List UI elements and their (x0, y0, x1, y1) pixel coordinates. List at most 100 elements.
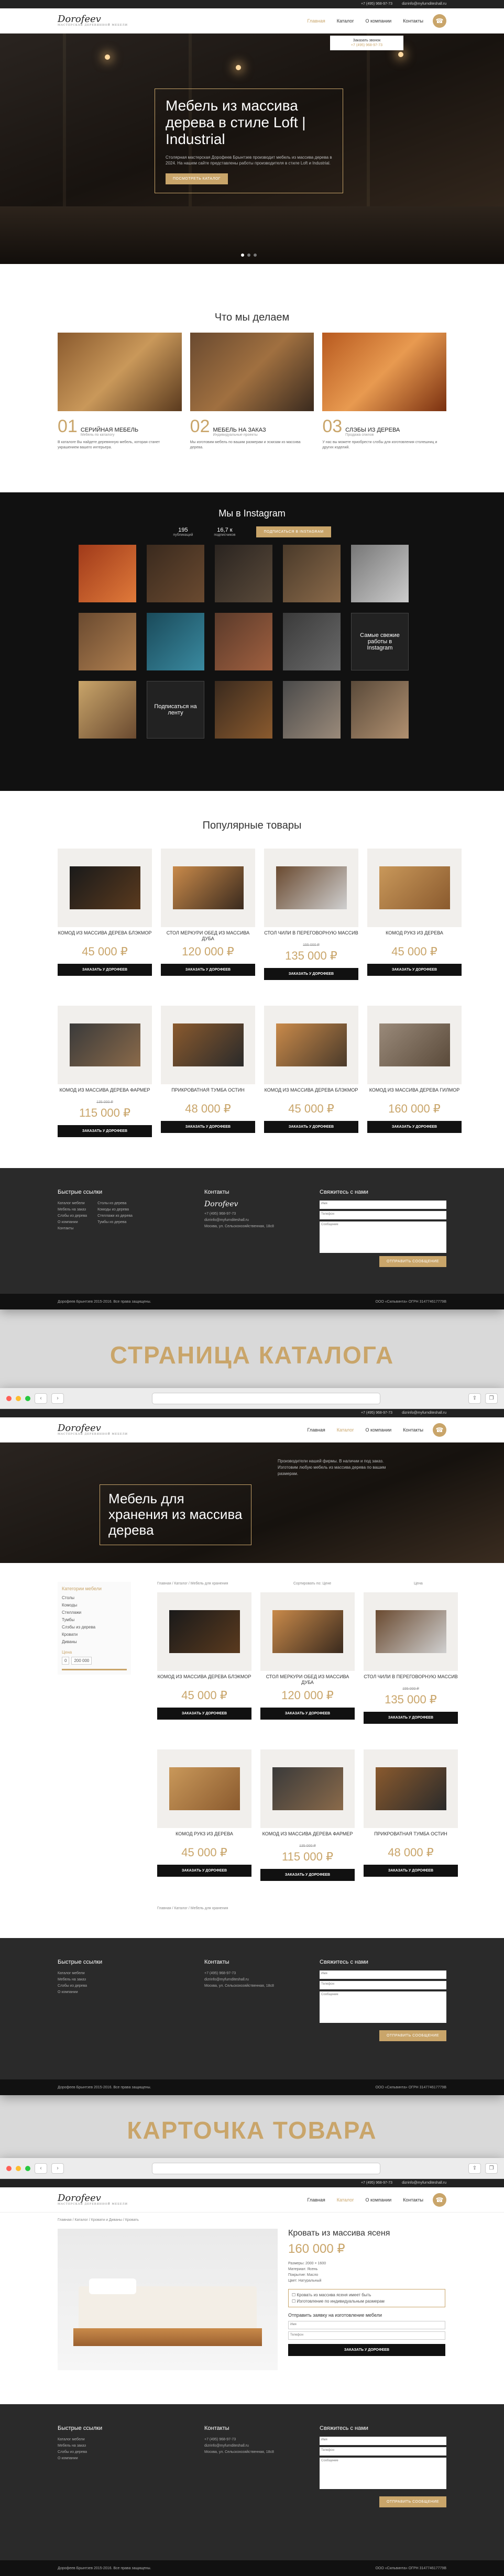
name-field[interactable]: Имя (320, 1201, 446, 1209)
cat-item[interactable]: Столы (62, 1594, 127, 1602)
option-checkbox[interactable]: ☐ Изготовление по индивидуальным размера… (292, 2299, 442, 2304)
order-button[interactable]: ЗАКАЗАТЬ У ДОРОФЕЕВ (264, 1121, 358, 1133)
cat-item[interactable]: Диваны (62, 1638, 127, 1646)
tabs-icon[interactable]: ❐ (485, 1393, 498, 1404)
insta-photo[interactable] (351, 681, 409, 739)
order-button[interactable]: ЗАКАЗАТЬ У ДОРОФЕЕВ (58, 964, 152, 976)
message-field[interactable]: Сообщение (320, 1221, 446, 1253)
cat-item[interactable]: Стеллажи (62, 1609, 127, 1616)
order-button[interactable]: ЗАКАЗАТЬ У ДОРОФЕЕВ (58, 1125, 152, 1137)
logo[interactable]: Dorofeev МАСТЕРСКАЯ ДЕРЕВЯННОЙ МЕБЕЛИ (58, 15, 128, 27)
order-phone-field[interactable]: Телефон (288, 2331, 445, 2340)
product-card[interactable]: КОМОД ИЗ МАССИВА ДЕРЕВА БЛЭКМОР 45 000 ₽ З… (157, 1592, 251, 1720)
product-photo (264, 1006, 358, 1084)
order-name-field[interactable]: Имя (288, 2321, 445, 2329)
footer-submit-button[interactable]: ОТПРАВИТЬ СООБЩЕНИЕ (379, 1256, 446, 1267)
insta-subscribe-button[interactable]: ПОДПИСАТЬСЯ В INSTAGRAM (256, 526, 331, 537)
view-select[interactable]: Цена (414, 1582, 423, 1586)
insta-photo[interactable] (215, 545, 272, 602)
main-nav: Главная Каталог О компании Контакты (308, 18, 424, 24)
insta-more-tile[interactable]: Самые свежие работы в Instagram (351, 613, 409, 670)
product-photo (364, 1592, 458, 1671)
back-icon[interactable]: ‹ (35, 1393, 47, 1404)
price-slider[interactable] (62, 1669, 127, 1670)
order-button[interactable]: ЗАКАЗАТЬ У ДОРОФЕЕВ (157, 1865, 251, 1877)
catalog-section-label: СТРАНИЦА КАТАЛОГА (109, 1341, 395, 1369)
option-checkbox[interactable]: ☐ Кровать из массива ясеня имеет быть (292, 2293, 442, 2297)
forward-icon[interactable]: › (51, 2163, 64, 2174)
serial-furniture-image (58, 333, 182, 411)
insta-photo[interactable] (79, 613, 136, 670)
product-card[interactable]: СТОЛ ЧИЛИ В ПЕРЕГОВОРНУЮ МАССИВ 155 000 ₽… (264, 849, 358, 980)
product-card[interactable]: КОМОД ИЗ МАССИВА ДЕРЕВА БЛЭКМОР 45 000 ₽ З… (58, 849, 152, 976)
slider-dots[interactable] (241, 254, 257, 257)
insta-photo[interactable] (215, 681, 272, 739)
product-card[interactable]: ПРИКРОВАТНАЯ ТУМБА ОСТИН 48 000 ₽ ЗАКАЗАТЬ… (161, 1006, 255, 1133)
product-card[interactable]: СТОЛ МЕРКУРИ ОБЕД ИЗ МАССИВА ДУБА 120 000… (260, 1592, 355, 1720)
insta-photo[interactable] (283, 545, 341, 602)
top-email[interactable]: dizrinfo@myfurnditeshall.ru (402, 2, 446, 8)
cat-item[interactable]: Слэбы из дерева (62, 1624, 127, 1631)
callback-popup[interactable]: Заказать звонок +7 (495) 968-97-73 (330, 36, 403, 50)
footer-bottom: Дорофеев Брынтзев 2015-2016. Все права з… (0, 1294, 504, 1309)
logo[interactable]: Dorofeev МАСТЕРСКАЯ ДЕРЕВЯННОЙ МЕБЕЛИ (58, 1424, 128, 1436)
product-name: КОМОД РУКЗ ИЗ ДЕРЕВА (176, 1831, 233, 1836)
order-button[interactable]: ЗАКАЗАТЬ У ДОРОФЕЕВ (364, 1865, 458, 1877)
nav-contacts[interactable]: Контакты (403, 18, 423, 24)
header: Dorofeev МАСТЕРСКАЯ ДЕРЕВЯННОЙ МЕБЕЛИ Гла… (0, 8, 504, 34)
logo[interactable]: Dorofeev МАСТЕРСКАЯ ДЕРЕВЯННОЙ МЕБЕЛИ (58, 2194, 128, 2206)
order-button[interactable]: ЗАКАЗАТЬ У ДОРОФЕЕВ (364, 1712, 458, 1724)
tabs-icon[interactable]: ❐ (485, 2163, 498, 2174)
forward-icon[interactable]: › (51, 1393, 64, 1404)
insta-photo[interactable] (283, 681, 341, 739)
share-icon[interactable]: ⇪ (468, 2163, 481, 2174)
insta-photo[interactable] (351, 545, 409, 602)
order-button[interactable]: ЗАКАЗАТЬ У ДОРОФЕЕВ (161, 1121, 255, 1133)
share-icon[interactable]: ⇪ (468, 1393, 481, 1404)
nav-home[interactable]: Главная (308, 18, 325, 24)
insta-photo[interactable] (147, 545, 204, 602)
product-card[interactable]: КОМОД ИЗ МАССИВА ДЕРЕВА ФАРМЕР 135 000 ₽ 1… (58, 1006, 152, 1137)
order-button[interactable]: ЗАКАЗАТЬ У ДОРОФЕЕВ (260, 1869, 355, 1881)
order-button[interactable]: ЗАКАЗАТЬ У ДОРОФЕЕВ (161, 964, 255, 976)
insta-photo[interactable] (79, 545, 136, 602)
top-phone[interactable]: +7 (495) 968-97-73 (361, 2, 392, 8)
product-card[interactable]: КОМОД ИЗ МАССИВА ДЕРЕВА ФАРМЕР 135 000 ₽ 1… (260, 1749, 355, 1881)
address-bar[interactable] (152, 1392, 380, 1404)
order-button[interactable]: ЗАКАЗАТЬ У ДОРОФЕЕВ (260, 1708, 355, 1720)
product-name: КОМОД ИЗ МАССИВА ДЕРЕВА ФАРМЕР (59, 1087, 150, 1093)
order-button[interactable]: ЗАКАЗАТЬ У ДОРОФЕЕВ (288, 2344, 445, 2356)
hero-button[interactable]: ПОСМОТРЕТЬ КАТАЛОГ (166, 173, 228, 184)
product-card[interactable]: СТОЛ МЕРКУРИ ОБЕД ИЗ МАССИВА ДУБА 120 000… (161, 849, 255, 976)
sort-select[interactable]: Сортировать по: Цене (293, 1582, 331, 1586)
order-button[interactable]: ЗАКАЗАТЬ У ДОРОФЕЕВ (367, 964, 462, 976)
insta-photo[interactable] (283, 613, 341, 670)
order-button[interactable]: ЗАКАЗАТЬ У ДОРОФЕЕВ (367, 1121, 462, 1133)
cat-item[interactable]: Комоды (62, 1602, 127, 1609)
product-card[interactable]: КОМОД ИЗ МАССИВА ДЕРЕВА ГИЛМОР 160 000 ₽ З… (367, 1006, 462, 1133)
nav-catalog[interactable]: Каталог (337, 18, 354, 24)
product-card[interactable]: КОМОД ИЗ МАССИВА ДЕРЕВА БЛЭКМОР 45 000 ₽ З… (264, 1006, 358, 1133)
phone-icon[interactable]: ☎ (433, 1423, 446, 1437)
cat-item[interactable]: Тумбы (62, 1616, 127, 1624)
insta-photo[interactable] (79, 681, 136, 739)
insta-follow-tile[interactable]: Подписаться на ленту (147, 681, 204, 739)
product-card[interactable]: ПРИКРОВАТНАЯ ТУМБА ОСТИН 48 000 ₽ ЗАКАЗАТЬ… (364, 1749, 458, 1877)
address-bar[interactable] (152, 2162, 380, 2174)
phone-field[interactable]: Телефон (320, 1211, 446, 1219)
phone-icon[interactable]: ☎ (433, 14, 446, 28)
product-card[interactable]: СТОЛ ЧИЛИ В ПЕРЕГОВОРНУЮ МАССИВ 155 000 ₽… (364, 1592, 458, 1724)
order-button[interactable]: ЗАКАЗАТЬ У ДОРОФЕЕВ (157, 1708, 251, 1720)
back-icon[interactable]: ‹ (35, 2163, 47, 2174)
product-card[interactable]: КОМОД РУКЗ ИЗ ДЕРЕВА 45 000 ₽ ЗАКАЗАТЬ У Д… (157, 1749, 251, 1877)
price-to[interactable]: 200 000 (71, 1657, 92, 1665)
insta-photo[interactable] (215, 613, 272, 670)
price-from[interactable]: 0 (62, 1657, 70, 1665)
insta-photo[interactable] (147, 613, 204, 670)
product-card[interactable]: КОМОД РУКЗ ИЗ ДЕРЕВА 45 000 ₽ ЗАКАЗАТЬ У Д… (367, 849, 462, 976)
phone-icon[interactable]: ☎ (433, 2193, 446, 2207)
nav-about[interactable]: О компании (365, 18, 391, 24)
cat-item[interactable]: Кровати (62, 1631, 127, 1638)
order-button[interactable]: ЗАКАЗАТЬ У ДОРОФЕЕВ (264, 968, 358, 980)
product-name: СТОЛ МЕРКУРИ ОБЕД ИЗ МАССИВА ДУБА (166, 930, 250, 941)
